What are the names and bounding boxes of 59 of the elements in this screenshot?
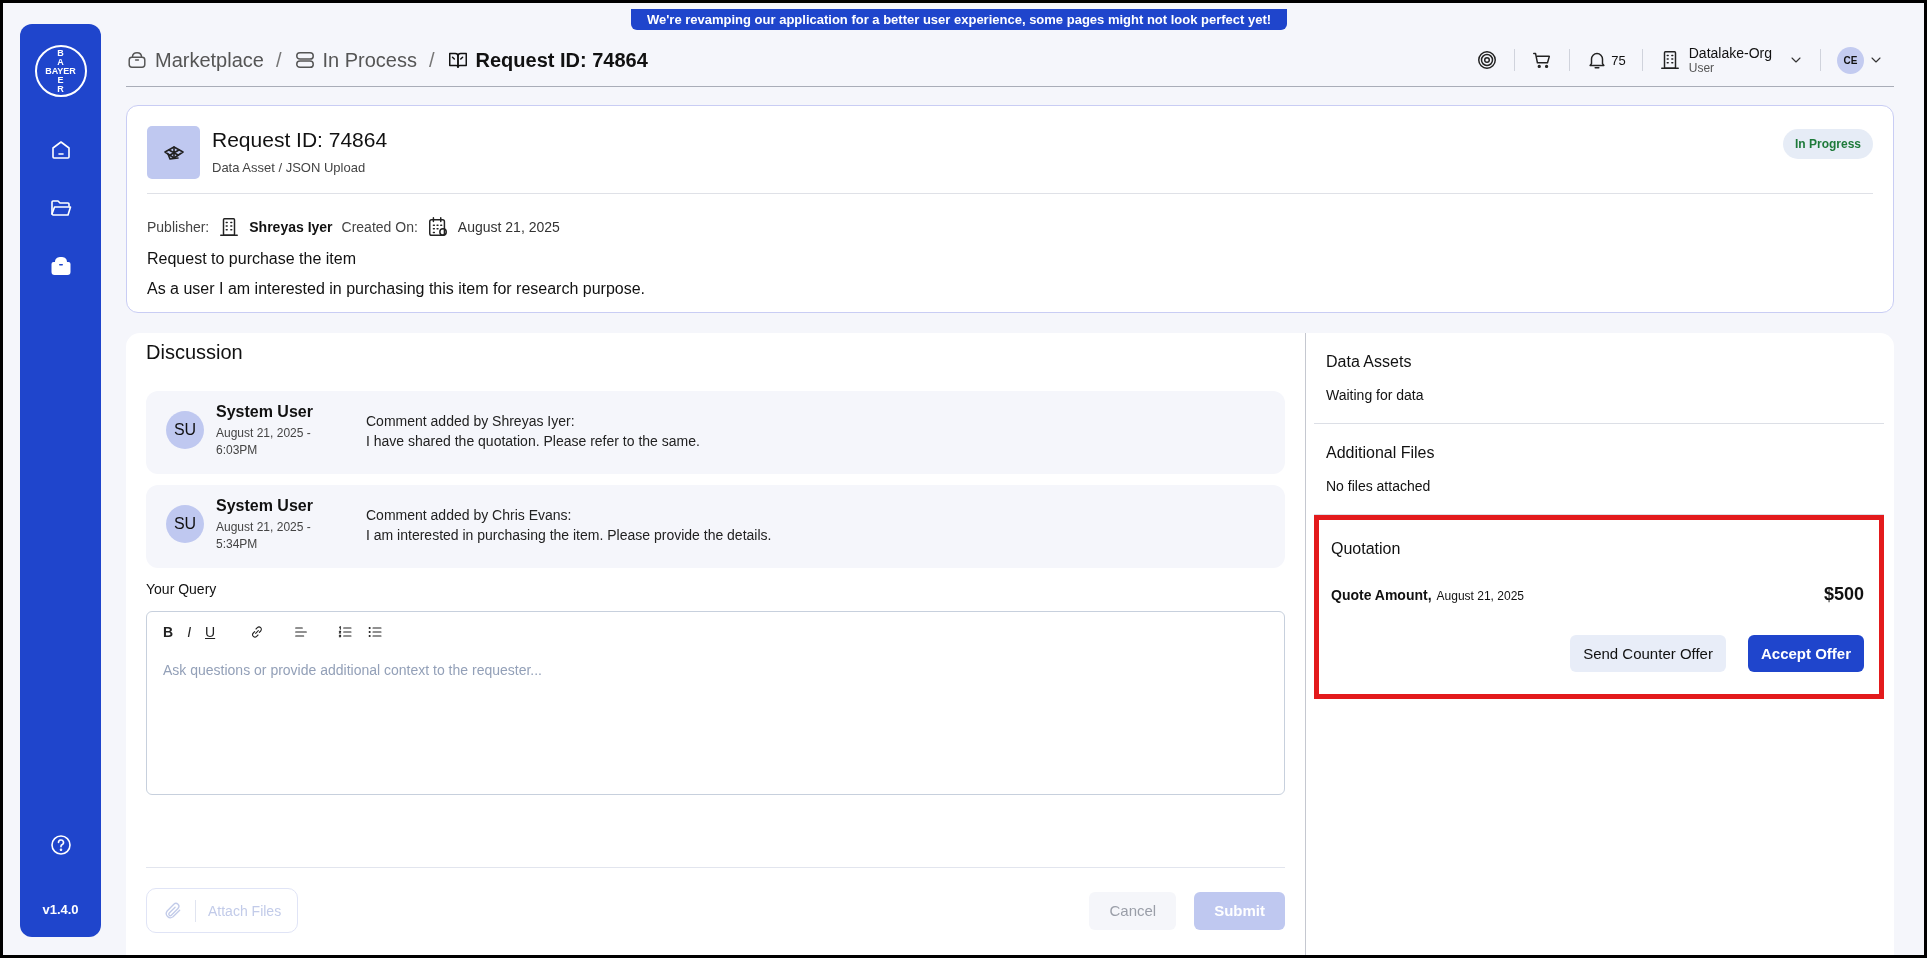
request-heading: Request to purchase the item — [147, 250, 357, 268]
created-label: Created On: — [341, 219, 418, 235]
bold-button[interactable]: B — [163, 624, 174, 640]
numbered-list-icon[interactable] — [337, 624, 354, 640]
comment-author: System User — [216, 497, 314, 515]
breadcrumb-link[interactable]: In Process — [322, 48, 417, 72]
help-icon[interactable] — [48, 833, 73, 857]
align-left-icon[interactable] — [293, 624, 310, 640]
query-label: Your Query — [146, 581, 218, 597]
paperclip-icon — [163, 900, 183, 921]
accept-offer-button[interactable]: Accept Offer — [1747, 635, 1864, 672]
discussion-title: Discussion — [146, 341, 244, 364]
calendar-icon — [426, 216, 449, 238]
additional-files-title: Additional Files — [1326, 444, 1436, 462]
request-title: Request ID: 74864 — [212, 128, 388, 152]
publisher-label: Publisher: — [147, 219, 210, 235]
comment-text: I am interested in purchasing the item. Please provide the details. — [366, 526, 772, 545]
asset-thumbnail — [147, 126, 200, 179]
italic-button[interactable]: I — [187, 624, 191, 640]
breadcrumb-current: Request ID: 74864 — [475, 48, 648, 72]
bullet-list-icon[interactable] — [367, 624, 384, 640]
created-date: August 21, 2025 — [457, 219, 560, 235]
notification-count: 75 — [1611, 52, 1626, 68]
user-role: User — [1688, 61, 1716, 75]
quotation-title: Quotation — [1331, 540, 1402, 558]
version-label: v1.4.0 — [42, 902, 79, 917]
publisher-name: Shreyas Iyer — [249, 219, 333, 235]
bag-icon — [126, 49, 148, 71]
target-icon[interactable] — [1476, 49, 1499, 71]
query-editor[interactable]: B I U Ask questions or provide additional context to the requester... — [146, 611, 1285, 795]
comment-text: I have shared the quotation. Please refer to the same. — [366, 432, 700, 451]
announcement-banner: We're revamping our application for a better user experience, some pages might not look perfect yet! — [631, 9, 1288, 30]
data-assets-title: Data Assets — [1326, 353, 1413, 371]
user-avatar: SU — [166, 411, 204, 449]
comment-heading: Comment added by Chris Evans: — [366, 506, 573, 525]
breadcrumb-separator: / — [429, 48, 435, 72]
status-badge: In Progress — [1782, 129, 1873, 159]
request-description: As a user I am interested in purchasing this item for research purpose. — [147, 280, 646, 298]
stack-icon — [293, 49, 316, 71]
logo: BA BAYER ER — [34, 45, 87, 97]
additional-files-status: No files attached — [1326, 478, 1432, 494]
comment-date: August 21, 2025 - 5:34PM — [216, 519, 312, 553]
building-icon — [218, 216, 241, 238]
user-avatar[interactable]: CE — [1837, 46, 1864, 74]
data-assets-status: Waiting for data — [1326, 387, 1425, 403]
breadcrumb-link[interactable]: Marketplace — [155, 48, 264, 72]
user-avatar: SU — [166, 505, 204, 543]
building-icon — [1658, 49, 1681, 71]
quote-amount: $500 — [1823, 584, 1864, 605]
org-name: Datalake-Org — [1688, 45, 1772, 61]
quote-label: Quote Amount, — [1331, 586, 1432, 603]
send-counter-offer-button[interactable]: Send Counter Offer — [1570, 635, 1726, 672]
comment-date: August 21, 2025 - 6:03PM — [216, 425, 312, 459]
underline-button[interactable]: U — [205, 624, 216, 640]
quote-date: August 21, 2025 — [1436, 588, 1524, 603]
comment-author: System User — [216, 403, 314, 421]
request-type: Data Asset / JSON Upload — [212, 160, 367, 175]
comment-heading: Comment added by Shreyas Iyer: — [366, 412, 576, 431]
breadcrumb-separator: / — [275, 48, 282, 72]
